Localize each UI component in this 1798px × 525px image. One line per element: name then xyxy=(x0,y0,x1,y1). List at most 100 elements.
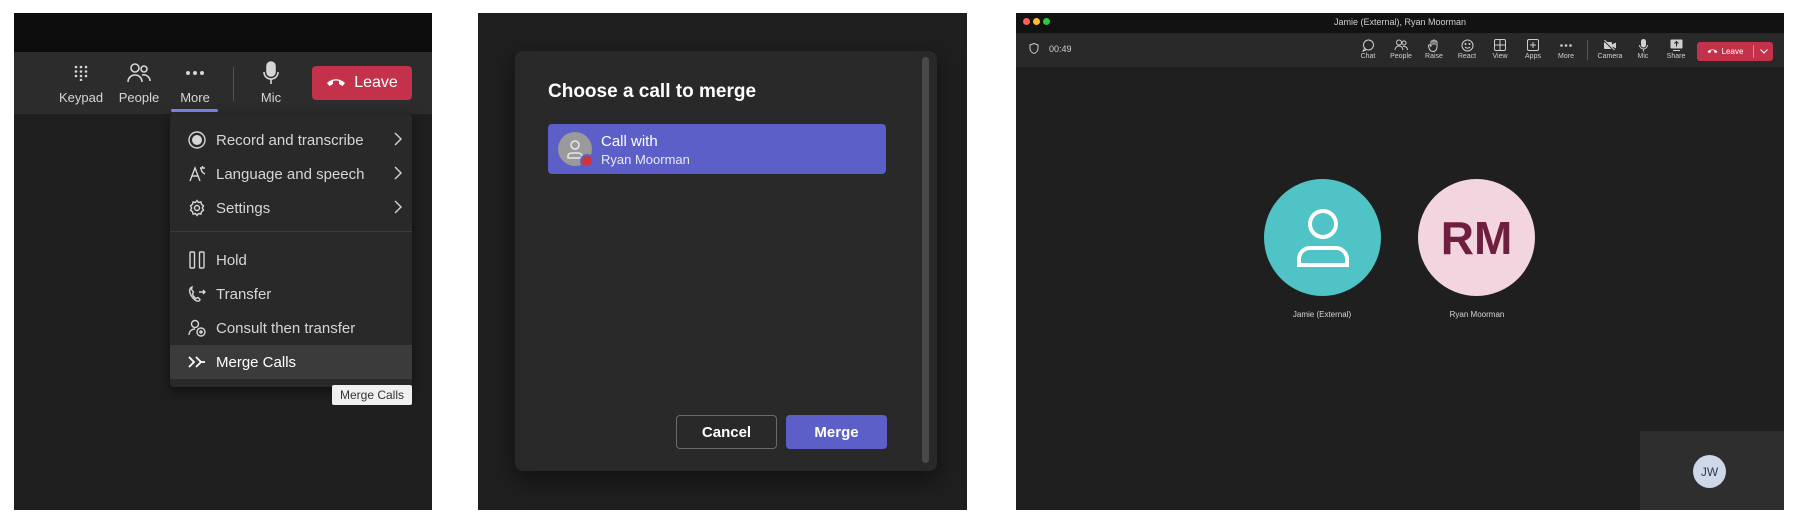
chat-button[interactable]: Chat xyxy=(1353,37,1383,65)
keypad-label: Keypad xyxy=(58,90,104,105)
self-avatar: JW xyxy=(1693,455,1726,488)
more-label: More xyxy=(180,90,210,105)
menu-item-hold[interactable]: Hold xyxy=(170,243,412,277)
consult-icon xyxy=(184,319,210,337)
dialog-scrollbar[interactable] xyxy=(922,57,929,463)
leave-button[interactable]: Leave xyxy=(1697,42,1773,61)
call-more-menu-panel: Keypad People More Mic Leave Record and … xyxy=(14,13,432,510)
person-icon xyxy=(1296,208,1349,267)
participant-name: Ryan Moorman xyxy=(1449,310,1505,319)
leave-split-divider xyxy=(1753,45,1754,58)
more-icon xyxy=(1560,37,1572,53)
mic-label: Mic xyxy=(1637,53,1649,60)
mic-button[interactable]: Mic xyxy=(1628,37,1658,65)
merge-button[interactable]: Merge xyxy=(786,415,887,449)
menu-item-consult-then-transfer[interactable]: Consult then transfer xyxy=(170,311,412,345)
more-options-menu: Record and transcribe Language and speec… xyxy=(170,114,412,387)
menu-item-record-and-transcribe[interactable]: Record and transcribe xyxy=(170,123,412,157)
menu-item-label: Hold xyxy=(216,251,247,269)
camera-off-icon xyxy=(1603,37,1617,53)
react-button[interactable]: React xyxy=(1452,37,1482,65)
menu-item-merge-calls[interactable]: Merge Calls xyxy=(170,345,412,379)
chevron-right-icon xyxy=(394,166,402,184)
chat-label: Chat xyxy=(1360,53,1376,60)
participant-name: Jamie (External) xyxy=(1292,310,1352,319)
apps-button[interactable]: Apps xyxy=(1518,37,1548,65)
mic-button[interactable]: Mic xyxy=(242,58,300,110)
record-icon xyxy=(184,131,210,149)
menu-item-transfer[interactable]: Transfer xyxy=(170,277,412,311)
menu-item-label: Transfer xyxy=(216,285,272,303)
camera-button[interactable]: Camera xyxy=(1595,37,1625,65)
hang-up-icon xyxy=(1707,47,1718,56)
dialog-title: Choose a call to merge xyxy=(548,81,757,102)
language-icon xyxy=(184,165,210,183)
menu-item-label: Merge Calls xyxy=(216,353,297,371)
raise-hand-button[interactable]: Raise xyxy=(1419,37,1449,65)
menu-item-settings[interactable]: Settings xyxy=(170,191,412,225)
people-button[interactable]: People xyxy=(110,58,168,110)
pause-icon xyxy=(184,251,210,269)
call-item-title: Call with xyxy=(601,133,658,150)
menu-item-label: Language and speech xyxy=(216,165,365,183)
merge-dialog-panel: Choose a call to merge Call with Ryan Mo… xyxy=(478,13,967,510)
call-item-name: Ryan Moorman xyxy=(601,152,690,167)
shield-icon xyxy=(1029,41,1039,59)
people-label: People xyxy=(1390,53,1412,60)
hang-up-icon xyxy=(326,74,346,92)
menu-item-label: Record and transcribe xyxy=(216,131,364,149)
menu-item-label: Settings xyxy=(216,199,271,217)
transfer-icon xyxy=(184,285,210,303)
toolbar-divider xyxy=(1587,40,1588,60)
chevron-down-icon xyxy=(1760,49,1768,54)
chevron-right-icon xyxy=(394,200,402,218)
more-icon xyxy=(186,58,204,88)
more-button[interactable]: More xyxy=(1551,37,1581,65)
gear-icon xyxy=(184,199,210,217)
people-icon xyxy=(1394,37,1408,53)
raise-label: Raise xyxy=(1425,53,1443,60)
mic-icon xyxy=(263,58,279,88)
leave-options-dropdown[interactable] xyxy=(1755,42,1773,61)
participant-avatar-ryan: RM xyxy=(1418,179,1535,296)
people-label: People xyxy=(118,90,160,105)
view-button[interactable]: View xyxy=(1485,37,1515,65)
merged-call-window: Jamie (External), Ryan Moorman 00:49 Cha… xyxy=(1016,13,1784,510)
cancel-button[interactable]: Cancel xyxy=(676,415,777,449)
keypad-button[interactable]: Keypad xyxy=(52,58,110,110)
people-icon xyxy=(127,58,151,88)
menu-item-language-and-speech[interactable]: Language and speech xyxy=(170,157,412,191)
chat-icon xyxy=(1361,37,1375,53)
merge-calls-tooltip: Merge Calls xyxy=(332,385,412,405)
chevron-right-icon xyxy=(394,132,402,150)
merge-icon xyxy=(184,355,210,369)
people-button[interactable]: People xyxy=(1386,37,1416,65)
share-button[interactable]: Share xyxy=(1661,37,1691,65)
more-label: More xyxy=(1558,53,1574,60)
apps-label: Apps xyxy=(1525,53,1541,60)
grid-icon xyxy=(1494,37,1506,53)
more-active-indicator xyxy=(171,109,218,112)
hand-icon xyxy=(1428,37,1440,53)
call-timer: 00:49 xyxy=(1049,44,1072,54)
react-label: React xyxy=(1457,53,1477,60)
leave-button[interactable]: Leave xyxy=(312,66,412,100)
call-list-item[interactable]: Call with Ryan Moorman xyxy=(548,124,886,174)
smiley-icon xyxy=(1461,37,1474,53)
window-top-bar xyxy=(14,13,432,52)
choose-call-dialog: Choose a call to merge Call with Ryan Mo… xyxy=(515,51,937,471)
more-button[interactable]: More xyxy=(166,58,224,110)
leave-main-button[interactable]: Leave xyxy=(1697,42,1753,61)
leave-label: Leave xyxy=(354,74,398,91)
share-icon xyxy=(1670,37,1683,53)
apps-icon xyxy=(1527,37,1539,53)
camera-label: Camera xyxy=(1597,53,1623,60)
call-status-dot xyxy=(580,154,594,168)
leave-label: Leave xyxy=(1721,47,1744,56)
mic-icon xyxy=(1638,37,1648,53)
mic-label: Mic xyxy=(260,90,282,105)
toolbar-divider xyxy=(233,67,234,101)
share-label: Share xyxy=(1666,53,1686,60)
window-title: Jamie (External), Ryan Moorman xyxy=(1333,17,1467,27)
menu-item-label: Consult then transfer xyxy=(216,319,356,337)
